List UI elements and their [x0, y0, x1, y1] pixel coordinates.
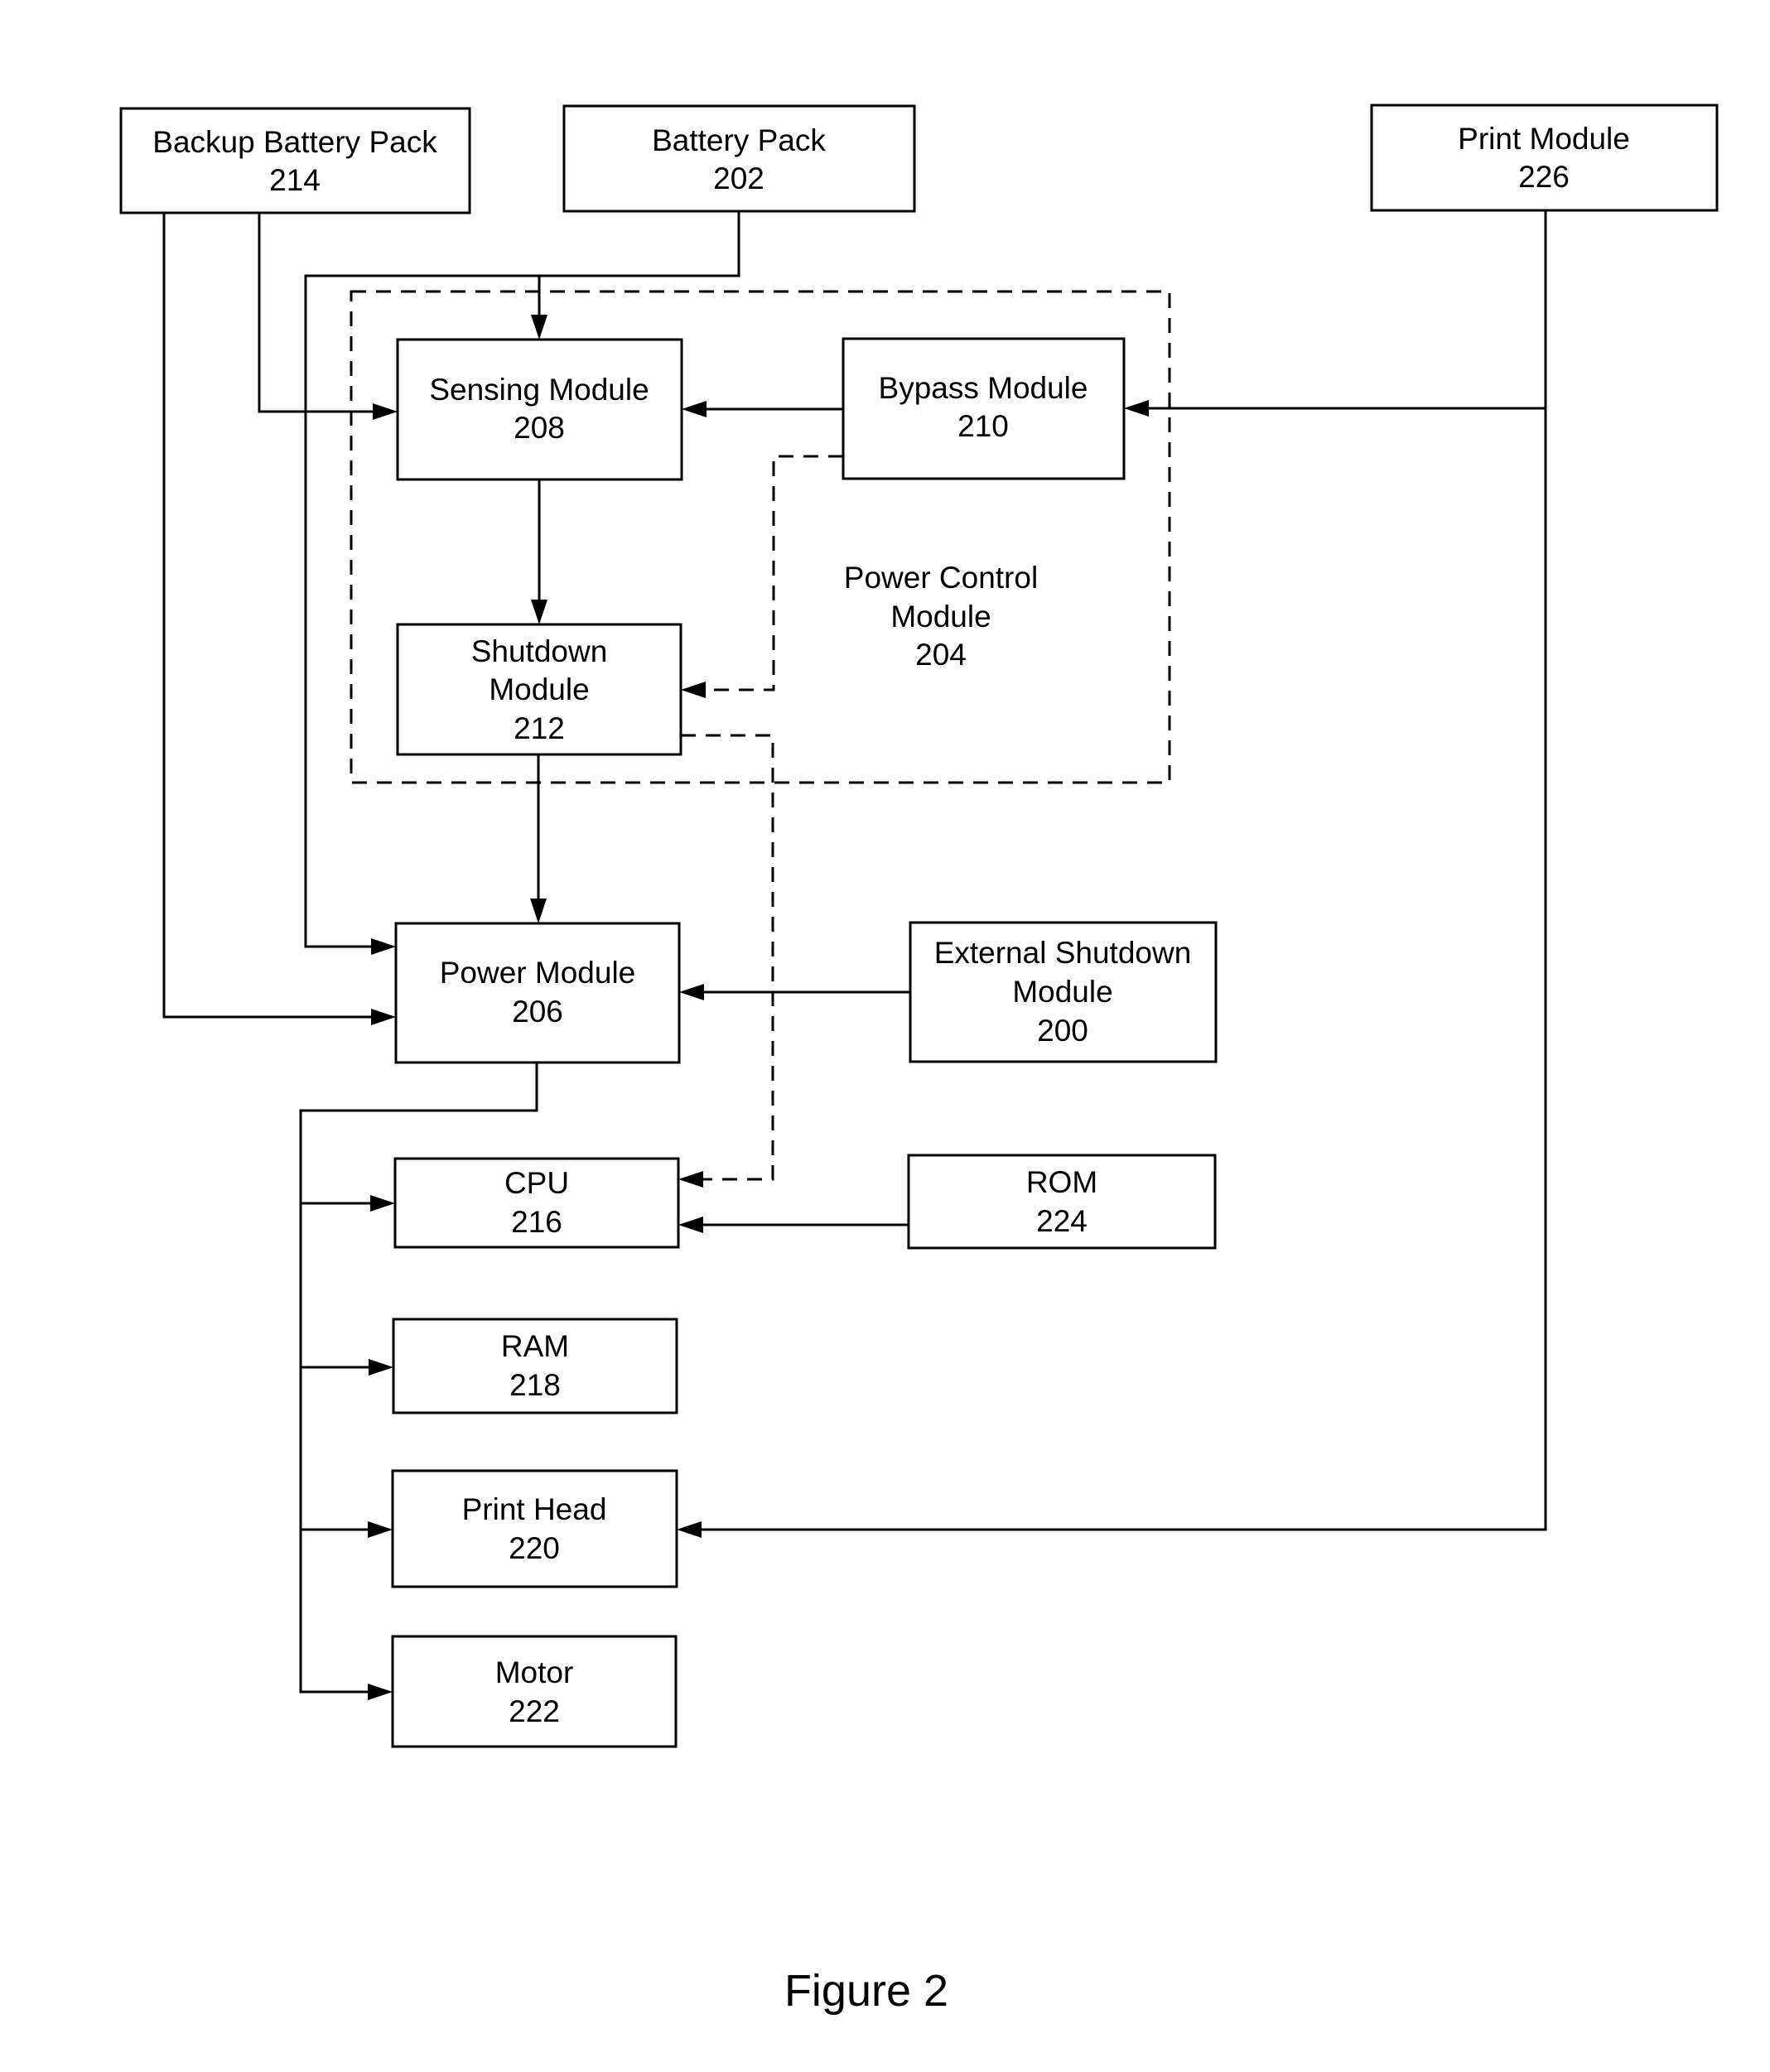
block-backup-battery-pack: Backup Battery Pack 214: [119, 107, 471, 214]
block-battery-pack: Battery Pack 202: [562, 104, 916, 213]
block-number: 226: [1518, 160, 1570, 194]
container-label: Power Control: [844, 561, 1038, 595]
arrowhead: [373, 403, 398, 420]
block-label: Print Module: [1458, 122, 1630, 156]
block-number: 214: [269, 163, 321, 197]
arrowhead: [682, 401, 707, 417]
block-number: 200: [1037, 1014, 1088, 1048]
figure-caption: Figure 2: [784, 1966, 948, 2016]
block-external-shutdown-module: External Shutdown Module 200: [909, 921, 1218, 1063]
block-label: Module: [1012, 975, 1112, 1009]
block-rom: ROM 224: [907, 1154, 1217, 1250]
block-label: CPU: [504, 1166, 569, 1200]
block-number: 212: [514, 711, 565, 745]
arrowhead: [368, 1684, 393, 1700]
block-number: 224: [1036, 1204, 1088, 1238]
block-cpu: CPU 216: [393, 1157, 680, 1249]
block-diagram: Backup Battery Pack 214 Battery Pack 202…: [119, 104, 1719, 2016]
connector-battery-to-power: [304, 211, 740, 948]
block-print-head: Print Head 220: [391, 1469, 678, 1588]
block-label: RAM: [501, 1329, 569, 1363]
connector-backup-to-power: [162, 213, 389, 1019]
block-label: Sensing Module: [429, 373, 649, 407]
block-label: Motor: [495, 1655, 574, 1689]
block-label: Print Head: [462, 1492, 607, 1526]
block-number: 202: [713, 161, 764, 195]
block-label: Module: [489, 672, 589, 706]
arrowhead: [370, 1195, 395, 1212]
power-control-module-label: Power Control Module 204: [844, 561, 1038, 672]
arrowhead: [531, 600, 547, 624]
connector-bypass-to-shutdown: [687, 455, 843, 691]
container-label: Module: [890, 600, 991, 634]
arrowhead: [371, 938, 396, 955]
block-number: 218: [509, 1368, 561, 1402]
arrowhead: [681, 682, 706, 698]
connector-backup-to-sensing: [258, 213, 391, 413]
arrowhead: [678, 1171, 703, 1188]
block-label: External Shutdown: [934, 936, 1192, 970]
block-bypass-module: Bypass Module 210: [842, 337, 1126, 480]
block-label: Backup Battery Pack: [152, 125, 437, 159]
arrowhead: [369, 1359, 393, 1376]
block-label: Shutdown: [471, 634, 608, 668]
block-label: ROM: [1026, 1165, 1097, 1199]
arrowhead: [368, 1521, 393, 1538]
arrowhead: [531, 315, 547, 340]
arrowhead: [679, 984, 704, 1000]
block-number: 222: [509, 1694, 560, 1728]
block-print-module: Print Module 226: [1370, 104, 1719, 212]
arrowhead: [371, 1009, 396, 1025]
block-number: 216: [511, 1205, 562, 1239]
block-sensing-module: Sensing Module 208: [396, 338, 683, 481]
container-number: 204: [915, 638, 967, 672]
block-number: 220: [509, 1531, 560, 1565]
block-number: 208: [514, 411, 565, 445]
arrowhead: [677, 1521, 702, 1538]
block-ram: RAM 218: [392, 1318, 678, 1414]
block-number: 210: [957, 409, 1009, 443]
block-motor: Motor 222: [391, 1635, 678, 1748]
arrowhead: [678, 1217, 703, 1233]
block-label: Battery Pack: [652, 123, 826, 157]
block-power-module: Power Module 206: [394, 922, 681, 1064]
block-label: Power Module: [440, 956, 636, 990]
block-shutdown-module: Shutdown Module 212: [396, 623, 682, 756]
arrowhead: [530, 899, 547, 923]
block-number: 206: [512, 995, 563, 1029]
connector-shutdown-to-cpu: [681, 734, 774, 1181]
arrowhead: [1124, 400, 1149, 417]
block-label: Bypass Module: [879, 371, 1088, 405]
